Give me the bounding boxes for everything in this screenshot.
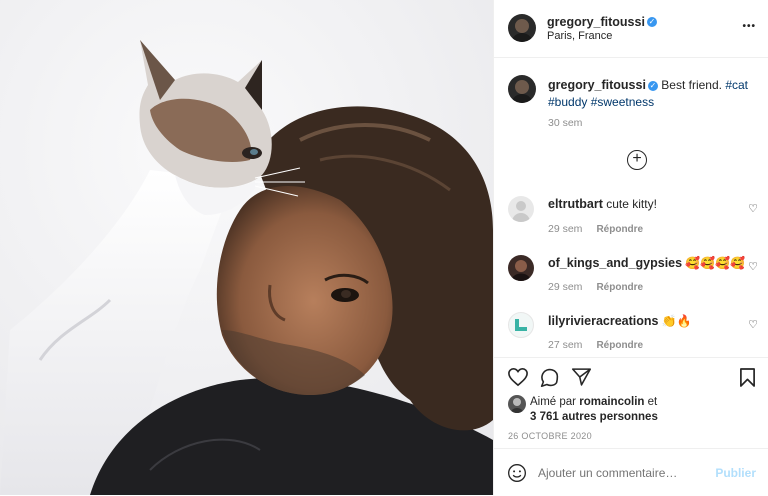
like-comment-heart-icon[interactable]: ♡: [748, 260, 758, 273]
comment-username[interactable]: lilyrivieracreations: [548, 314, 658, 328]
verified-badge-icon: ✓: [647, 80, 658, 91]
avatar-face-icon: [511, 260, 531, 281]
comment-text: 👏🔥: [661, 314, 692, 328]
add-comment-bar: Publier: [494, 448, 768, 496]
comment-timestamp: 27 sem: [548, 339, 583, 351]
liker-avatar[interactable]: [508, 395, 526, 413]
caption: gregory_fitoussi ✓ Best friend. #cat #bud…: [548, 77, 758, 111]
caption-avatar[interactable]: [508, 75, 536, 103]
comment-text: cute kitty!: [606, 197, 657, 211]
post-header: gregory_fitoussi ✓ Paris, France •••: [494, 0, 768, 58]
comment-timestamp: 29 sem: [548, 281, 583, 293]
comment-meta: 29 sem Répondre: [548, 223, 643, 235]
emoji-smiley-icon[interactable]: [507, 463, 527, 483]
like-heart-icon[interactable]: [507, 367, 529, 387]
liker-username[interactable]: romaincolin: [579, 396, 644, 408]
like-comment-heart-icon[interactable]: ♡: [748, 318, 758, 331]
caption-text: Best friend.: [661, 78, 722, 92]
commenter-avatar[interactable]: [508, 255, 534, 281]
comment-meta: 29 sem Répondre: [548, 281, 643, 293]
verified-badge-icon: ✓: [646, 16, 657, 27]
comment-username[interactable]: eltrutbart: [548, 197, 603, 211]
comment-body: lilyrivieracreations 👏🔥: [548, 314, 692, 328]
likes-prefix: Aimé par: [530, 396, 577, 408]
post-panel: gregory_fitoussi ✓ Paris, France ••• greg…: [493, 0, 768, 495]
comment-text: 🥰🥰🥰🥰: [685, 256, 746, 270]
reply-button[interactable]: Répondre: [596, 224, 643, 235]
likes-summary: Aimé par romaincolin et 3 761 autres per…: [530, 395, 658, 425]
avatar-face-icon: [510, 398, 524, 413]
comment-input[interactable]: [538, 463, 708, 483]
post-photo[interactable]: [0, 0, 493, 495]
post-location[interactable]: Paris, France: [547, 30, 612, 42]
avatar-face-icon: [511, 19, 533, 42]
comment-username[interactable]: of_kings_and_gypsies: [548, 256, 682, 270]
likes-suffix: et: [647, 396, 658, 408]
hashtag-link[interactable]: #cat: [725, 78, 748, 92]
author-avatar[interactable]: [508, 14, 536, 42]
comment-body: eltrutbart cute kitty!: [548, 197, 657, 211]
share-paper-plane-icon[interactable]: [571, 367, 592, 387]
avatar-face-icon: [511, 80, 533, 103]
photo-illustration: [0, 0, 493, 495]
hashtag-link[interactable]: #buddy #sweetness: [548, 95, 654, 109]
save-bookmark-icon[interactable]: [739, 367, 756, 388]
post-date[interactable]: 26 OCTOBRE 2020: [508, 431, 592, 441]
publish-button[interactable]: Publier: [715, 466, 756, 480]
reply-button[interactable]: Répondre: [596, 282, 643, 293]
comment-bubble-icon[interactable]: [539, 367, 560, 388]
commenter-avatar[interactable]: [508, 196, 534, 222]
caption-username[interactable]: gregory_fitoussi: [548, 78, 646, 92]
like-comment-heart-icon[interactable]: ♡: [748, 202, 758, 215]
comment-body: of_kings_and_gypsies 🥰🥰🥰🥰: [548, 256, 745, 270]
more-options-icon[interactable]: •••: [742, 21, 756, 32]
likes-others-link[interactable]: 3 761 autres personnes: [530, 411, 658, 423]
comment-meta: 27 sem Répondre: [548, 339, 643, 351]
load-more-comments-icon[interactable]: +: [627, 150, 647, 170]
default-avatar-icon: [512, 201, 530, 222]
author-username[interactable]: gregory_fitoussi: [547, 15, 645, 29]
comment-timestamp: 29 sem: [548, 223, 583, 235]
brand-logo-icon: [515, 319, 527, 331]
commenter-avatar[interactable]: [508, 312, 534, 338]
reply-button[interactable]: Répondre: [596, 340, 643, 351]
caption-timestamp: 30 sem: [548, 117, 583, 129]
